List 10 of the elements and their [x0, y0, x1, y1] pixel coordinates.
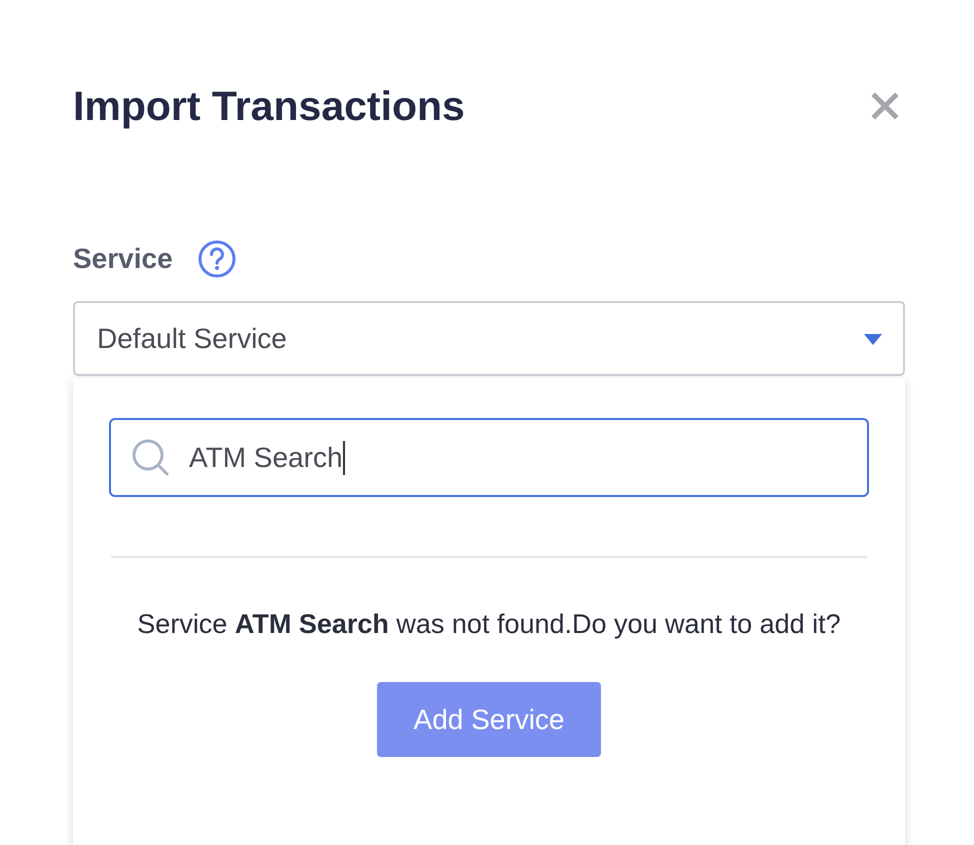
field-label: Service [73, 243, 173, 275]
dialog-title: Import Transactions [73, 82, 465, 131]
service-select[interactable]: Default Service [73, 301, 905, 376]
help-icon[interactable] [196, 239, 237, 279]
close-icon[interactable] [870, 91, 900, 121]
not-found-message: Service ATM Search was not found.Do you want to add it? [136, 608, 842, 641]
search-text: ATM Search [189, 442, 343, 474]
caret-icon [863, 332, 883, 346]
search-icon [131, 438, 171, 478]
search-field[interactable]: ATM Search [109, 418, 869, 497]
